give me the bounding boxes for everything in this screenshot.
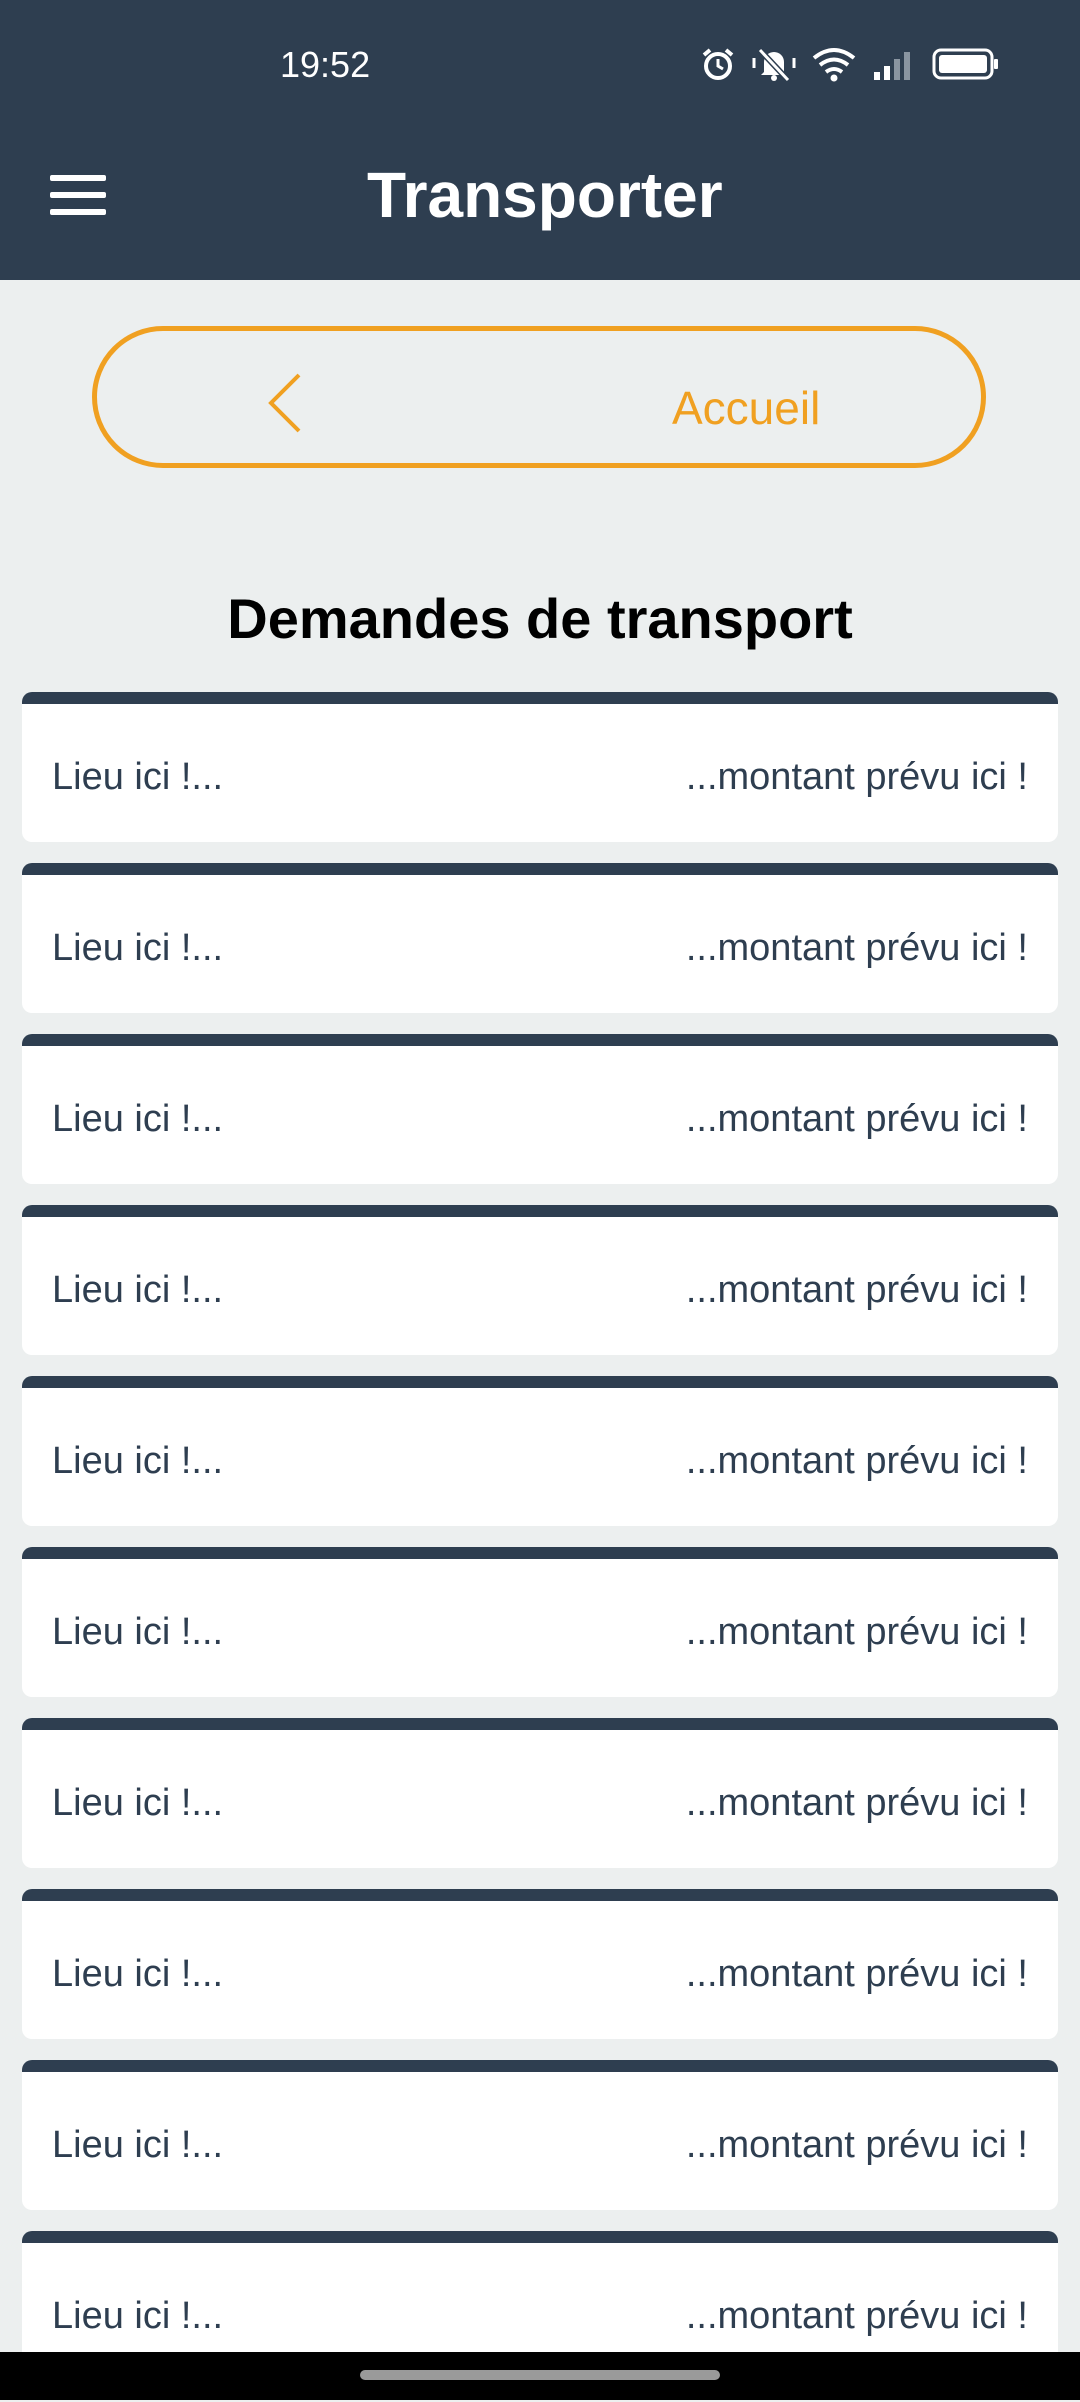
status-icons xyxy=(700,44,1000,84)
alarm-icon xyxy=(700,46,736,82)
request-amount: ...montant prévu ici ! xyxy=(685,756,1028,798)
request-place: Lieu ici !... xyxy=(52,2295,224,2337)
request-place: Lieu ici !... xyxy=(52,1611,224,1653)
transport-request-card[interactable]: Lieu ici !... ...montant prévu ici ! xyxy=(22,2060,1058,2210)
transport-request-list: Lieu ici !... ...montant prévu ici ! Lieu … xyxy=(22,692,1058,2402)
request-place: Lieu ici !... xyxy=(52,1440,224,1482)
request-place: Lieu ici !... xyxy=(52,2124,224,2166)
page-title: Transporter xyxy=(367,159,723,231)
transport-request-card[interactable]: Lieu ici !... ...montant prévu ici ! xyxy=(22,1034,1058,1184)
home-button-label: Accueil xyxy=(672,382,821,434)
transport-request-card[interactable]: Lieu ici !... ...montant prévu ici ! xyxy=(22,1889,1058,2039)
request-place: Lieu ici !... xyxy=(52,1269,224,1311)
request-place: Lieu ici !... xyxy=(52,1098,224,1140)
chevron-left-icon xyxy=(267,373,303,438)
request-amount: ...montant prévu ici ! xyxy=(685,1098,1028,1140)
home-button[interactable]: Accueil xyxy=(92,326,986,468)
request-place: Lieu ici !... xyxy=(52,1953,224,1995)
gesture-handle[interactable] xyxy=(360,2370,720,2380)
battery-icon xyxy=(932,47,1000,81)
request-place: Lieu ici !... xyxy=(52,756,224,798)
status-time: 19:52 xyxy=(280,44,371,85)
section-title: Demandes de transport xyxy=(227,587,853,650)
transport-request-card[interactable]: Lieu ici !... ...montant prévu ici ! xyxy=(22,863,1058,1013)
transport-request-card[interactable]: Lieu ici !... ...montant prévu ici ! xyxy=(22,1205,1058,1355)
transport-request-card[interactable]: Lieu ici !... ...montant prévu ici ! xyxy=(22,692,1058,842)
transport-request-card[interactable]: Lieu ici !... ...montant prévu ici ! xyxy=(22,1376,1058,1526)
transport-request-card[interactable]: Lieu ici !... ...montant prévu ici ! xyxy=(22,1718,1058,1868)
request-amount: ...montant prévu ici ! xyxy=(685,1611,1028,1653)
menu-line xyxy=(50,209,106,215)
app-header: 19:52 Transporter xyxy=(0,0,1080,280)
request-amount: ...montant prévu ici ! xyxy=(685,927,1028,969)
request-amount: ...montant prévu ici ! xyxy=(685,2124,1028,2166)
system-navigation-bar xyxy=(0,2352,1080,2400)
request-amount: ...montant prévu ici ! xyxy=(685,1782,1028,1824)
mute-icon xyxy=(752,46,796,82)
request-place: Lieu ici !... xyxy=(52,1782,224,1824)
menu-line xyxy=(50,175,106,181)
request-amount: ...montant prévu ici ! xyxy=(685,1953,1028,1995)
transport-request-card[interactable]: Lieu ici !... ...montant prévu ici ! xyxy=(22,1547,1058,1697)
hamburger-icon[interactable] xyxy=(50,175,106,215)
signal-icon xyxy=(872,46,916,82)
wifi-icon xyxy=(812,46,856,82)
request-amount: ...montant prévu ici ! xyxy=(685,1269,1028,1311)
menu-line xyxy=(50,192,106,198)
request-amount: ...montant prévu ici ! xyxy=(685,1440,1028,1482)
request-amount: ...montant prévu ici ! xyxy=(685,2295,1028,2337)
request-place: Lieu ici !... xyxy=(52,927,224,969)
